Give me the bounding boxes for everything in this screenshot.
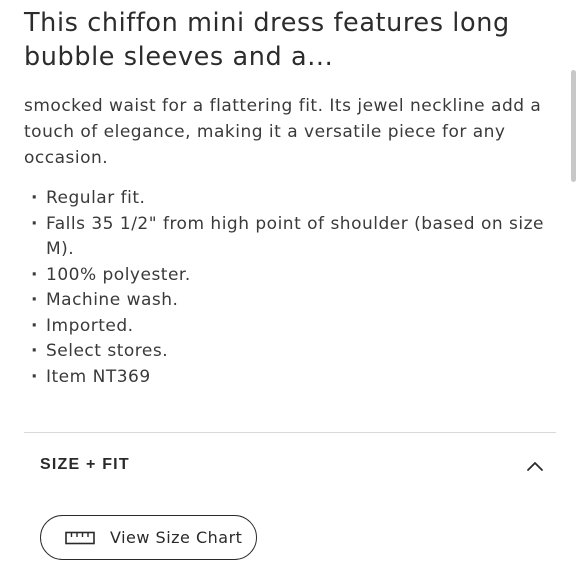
feature-item: 100% polyester. [24, 263, 564, 289]
feature-item: Item NT369 [24, 365, 564, 391]
view-size-chart-label: View Size Chart [110, 528, 243, 547]
product-features-list: Regular fit. Falls 35 1/2" from high poi… [24, 186, 564, 390]
product-headline: This chiffon mini dress features long bu… [24, 8, 510, 72]
feature-item: Imported. [24, 314, 564, 340]
scrollbar-thumb[interactable] [571, 70, 576, 182]
ruler-icon [65, 531, 95, 545]
size-fit-accordion-toggle[interactable]: SIZE + FIT [24, 444, 556, 488]
feature-item: Falls 35 1/2" from high point of shoulde… [24, 212, 564, 263]
feature-item: Regular fit. [24, 186, 564, 212]
section-divider [24, 432, 556, 433]
size-fit-title: SIZE + FIT [40, 456, 130, 473]
feature-item: Machine wash. [24, 288, 564, 314]
view-size-chart-button[interactable]: View Size Chart [40, 515, 257, 560]
feature-item: Select stores. [24, 339, 564, 365]
product-description: smocked waist for a flattering fit. Its … [24, 96, 542, 168]
chevron-up-icon [527, 462, 543, 471]
